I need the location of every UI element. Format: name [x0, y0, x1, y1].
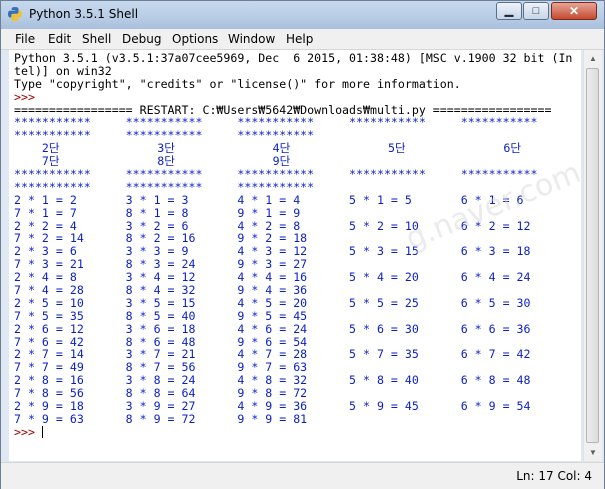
- title-bar[interactable]: Python 3.5.1 Shell ▁ □ ✕: [1, 1, 604, 29]
- console-line: 7 * 9 = 63 8 * 9 = 72 9 * 9 = 81: [14, 411, 308, 426]
- python-icon: [8, 7, 22, 21]
- scroll-up-arrow-icon[interactable]: ▲: [584, 50, 602, 67]
- console-output: Python 3.5.1 (v3.5.1:37a07cee5969, Dec 6…: [9, 50, 581, 439]
- console-line: 2 * 9 = 18 3 * 9 = 27 4 * 9 = 36 5 * 9 =…: [14, 399, 531, 414]
- cursor-position: Ln: 17 Col: 4: [516, 469, 592, 483]
- menu-help[interactable]: Help: [286, 32, 313, 46]
- window-title: Python 3.5.1 Shell: [29, 7, 139, 21]
- text-cursor: [41, 425, 43, 438]
- console-line: 2 * 6 = 12 3 * 6 = 18 4 * 6 = 24 5 * 6 =…: [14, 321, 531, 336]
- idle-shell-window: Python 3.5.1 Shell ▁ □ ✕ File Edit Shell…: [0, 0, 605, 489]
- console-line: Type "copyright", "credits" or "license(…: [14, 76, 461, 91]
- console-line: 7 * 1 = 7 8 * 1 = 8 9 * 1 = 9: [14, 205, 301, 220]
- console-line: *********** *********** ***********: [14, 179, 315, 194]
- shell-text-area[interactable]: Python 3.5.1 (v3.5.1:37a07cee5969, Dec 6…: [9, 50, 581, 461]
- console-line: 7 * 4 = 28 8 * 4 = 32 9 * 4 = 36: [14, 283, 308, 298]
- maximize-icon: □: [532, 5, 540, 17]
- console-line: tel)] on win32: [14, 63, 112, 78]
- menu-bar: File Edit Shell Debug Options Window Hel…: [1, 29, 604, 50]
- console-line: Python 3.5.1 (v3.5.1:37a07cee5969, Dec 6…: [14, 51, 573, 65]
- maximize-button[interactable]: □: [523, 2, 549, 20]
- console-line: >>>: [14, 424, 43, 439]
- console-line: >>>: [14, 89, 42, 104]
- console-line: *********** *********** *********** ****…: [14, 167, 538, 182]
- menu-debug[interactable]: Debug: [122, 32, 161, 46]
- console-line: 7 * 5 = 35 8 * 5 = 40 9 * 5 = 45: [14, 308, 308, 323]
- scroll-thumb[interactable]: [586, 68, 599, 443]
- minimize-icon: ▁: [504, 5, 514, 17]
- close-icon: ✕: [568, 4, 580, 18]
- menu-window[interactable]: Window: [228, 32, 275, 46]
- close-button[interactable]: ✕: [551, 2, 597, 20]
- minimize-button[interactable]: ▁: [496, 2, 522, 20]
- menu-options[interactable]: Options: [172, 32, 218, 46]
- console-line: 2 * 5 = 10 3 * 5 = 15 4 * 5 = 20 5 * 5 =…: [14, 295, 531, 310]
- vertical-scrollbar[interactable]: ▲ ▼: [583, 50, 602, 461]
- column-number: Col: 4: [557, 469, 592, 483]
- line-number: Ln: 17: [516, 469, 554, 483]
- menu-shell[interactable]: Shell: [82, 32, 111, 46]
- menu-edit[interactable]: Edit: [48, 32, 71, 46]
- scroll-down-arrow-icon[interactable]: ▼: [584, 444, 602, 461]
- status-bar: Ln: 17 Col: 4: [1, 462, 604, 489]
- console-line: 2 * 1 = 2 3 * 1 = 3 4 * 1 = 4 5 * 1 = 5 …: [14, 192, 524, 207]
- menu-file[interactable]: File: [15, 32, 35, 46]
